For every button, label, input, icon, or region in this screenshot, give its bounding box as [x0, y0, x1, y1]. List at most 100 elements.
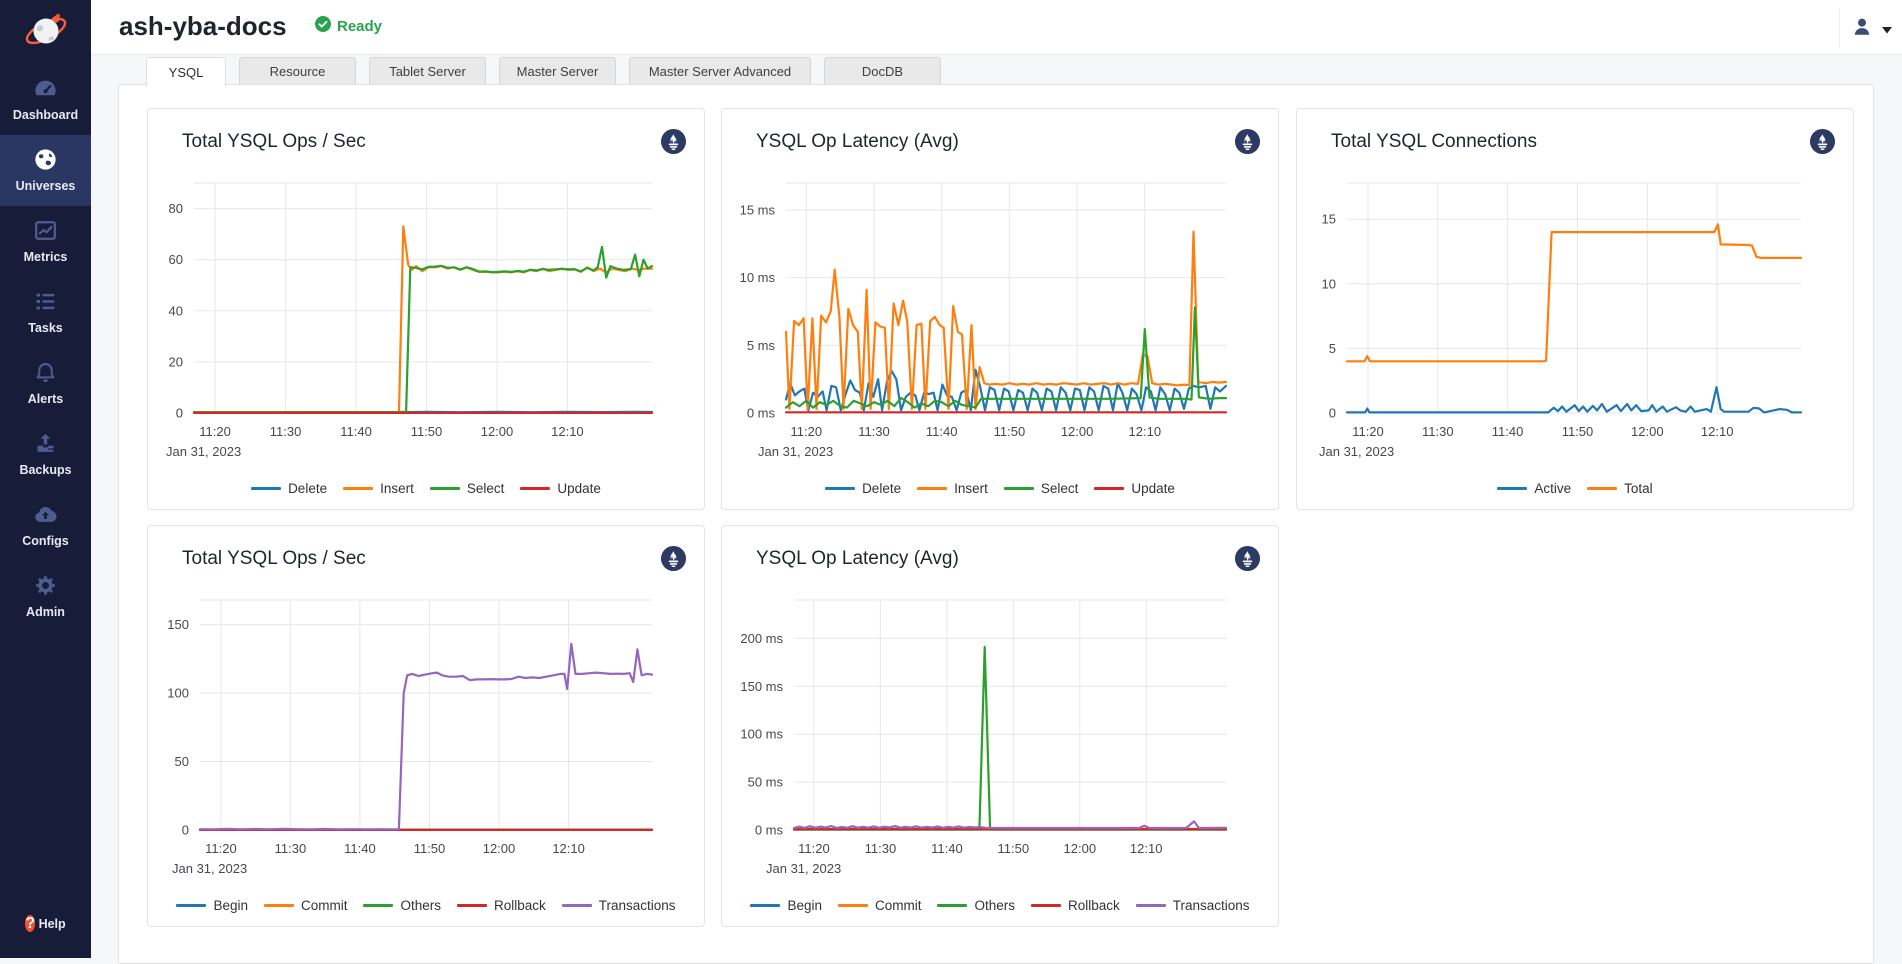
sidebar-item-label: Universes: [16, 179, 76, 193]
sidebar-item-label: Alerts: [28, 392, 63, 406]
sidebar-item-label: Dashboard: [13, 108, 78, 122]
svg-text:0 ms: 0 ms: [755, 823, 784, 838]
tab-master-server-advanced[interactable]: Master Server Advanced: [629, 57, 811, 84]
legend-item-select[interactable]: Select: [1004, 481, 1079, 496]
legend-item-update[interactable]: Update: [520, 481, 601, 496]
chart-canvas[interactable]: 11:2011:3011:4011:5012:0012:10050100150J…: [148, 586, 704, 886]
sidebar: Dashboard Universes Metrics Tasks Alerts…: [0, 0, 91, 958]
legend-swatch: [838, 904, 868, 907]
svg-text:11:20: 11:20: [791, 424, 823, 439]
legend-item-insert[interactable]: Insert: [343, 481, 414, 496]
legend-swatch: [520, 487, 550, 490]
chart-canvas[interactable]: 11:2011:3011:4011:5012:0012:100 ms5 ms10…: [722, 169, 1278, 469]
tab-resource[interactable]: Resource: [239, 57, 356, 84]
sidebar-item-configs[interactable]: Configs: [0, 490, 91, 561]
legend-item-begin[interactable]: Begin: [750, 898, 822, 913]
sidebar-item-universes[interactable]: Universes: [0, 135, 91, 206]
legend-item-insert[interactable]: Insert: [917, 481, 988, 496]
svg-text:11:40: 11:40: [344, 841, 376, 856]
chart-plot[interactable]: 11:2011:3011:4011:5012:0012:100 ms5 ms10…: [722, 169, 1278, 469]
legend-item-transactions[interactable]: Transactions: [562, 898, 676, 913]
prometheus-icon[interactable]: [1234, 128, 1261, 155]
tab-docdb[interactable]: DocDB: [824, 57, 941, 84]
chart-canvas[interactable]: 11:2011:3011:4011:5012:0012:100 ms50 ms1…: [722, 586, 1278, 886]
legend-item-select[interactable]: Select: [430, 481, 505, 496]
sidebar-item-tasks[interactable]: Tasks: [0, 277, 91, 348]
legend-item-total[interactable]: Total: [1587, 481, 1653, 496]
legend-swatch: [1497, 487, 1527, 490]
sidebar-item-alerts[interactable]: Alerts: [0, 348, 91, 419]
backups-upload-icon: [32, 430, 59, 457]
legend-label: Commit: [301, 898, 348, 913]
svg-text:11:30: 11:30: [1422, 424, 1454, 439]
sidebar-item-label: Configs: [22, 534, 69, 548]
chart-canvas[interactable]: 11:2011:3011:4011:5012:0012:10020406080J…: [148, 169, 704, 469]
sidebar-item-metrics[interactable]: Metrics: [0, 206, 91, 277]
sidebar-item-dashboard[interactable]: Dashboard: [0, 64, 91, 135]
chart-plot[interactable]: 11:2011:3011:4011:5012:0012:10050100150J…: [148, 586, 704, 886]
prometheus-icon[interactable]: [660, 545, 687, 572]
chart-plot[interactable]: 11:2011:3011:4011:5012:0012:10020406080J…: [148, 169, 704, 469]
prometheus-icon[interactable]: [660, 128, 687, 155]
user-menu-button[interactable]: [1849, 14, 1892, 45]
legend-item-active[interactable]: Active: [1497, 481, 1571, 496]
legend-label: Others: [400, 898, 441, 913]
tab-tablet-server[interactable]: Tablet Server: [369, 57, 486, 84]
chart-title: YSQL Op Latency (Avg): [756, 548, 959, 570]
tab-ysql[interactable]: YSQL: [146, 57, 226, 86]
svg-text:50: 50: [175, 754, 189, 769]
svg-text:11:20: 11:20: [798, 841, 830, 856]
svg-text:0: 0: [1329, 406, 1336, 421]
prometheus-icon[interactable]: [1809, 128, 1836, 155]
legend-item-delete[interactable]: Delete: [251, 481, 327, 496]
legend-swatch: [1136, 904, 1166, 907]
svg-text:100 ms: 100 ms: [740, 727, 783, 742]
chart-legend: Begin Commit Others Rollback Transactions: [148, 898, 704, 913]
legend-item-commit[interactable]: Commit: [264, 898, 348, 913]
chart-legend: Delete Insert Select Update: [722, 481, 1278, 496]
legend-label: Insert: [954, 481, 988, 496]
legend-item-commit[interactable]: Commit: [838, 898, 922, 913]
legend-item-transactions[interactable]: Transactions: [1136, 898, 1250, 913]
universe-globe-icon: [32, 146, 59, 173]
legend-item-begin[interactable]: Begin: [176, 898, 248, 913]
prometheus-icon[interactable]: [1234, 545, 1261, 572]
chart-plot[interactable]: 11:2011:3011:4011:5012:0012:100 ms50 ms1…: [722, 586, 1278, 886]
svg-text:150: 150: [167, 617, 189, 632]
svg-text:5 ms: 5 ms: [747, 338, 776, 353]
sidebar-item-admin[interactable]: Admin: [0, 561, 91, 632]
chart-legend: Delete Insert Select Update: [148, 481, 704, 496]
chart-canvas[interactable]: 11:2011:3011:4011:5012:0012:10051015Jan …: [1297, 169, 1853, 469]
legend-item-rollback[interactable]: Rollback: [457, 898, 546, 913]
sidebar-item-label: Tasks: [28, 321, 63, 335]
legend-item-delete[interactable]: Delete: [825, 481, 901, 496]
svg-text:11:50: 11:50: [414, 841, 446, 856]
legend-swatch: [1587, 487, 1617, 490]
tab-label: Tablet Server: [389, 64, 466, 79]
legend-label: Others: [974, 898, 1015, 913]
svg-text:Jan 31, 2023: Jan 31, 2023: [166, 444, 241, 459]
svg-text:11:50: 11:50: [998, 841, 1030, 856]
svg-text:11:20: 11:20: [199, 424, 231, 439]
legend-item-others[interactable]: Others: [363, 898, 441, 913]
sidebar-item-backups[interactable]: Backups: [0, 419, 91, 490]
app-logo[interactable]: [0, 0, 91, 64]
chart-legend: Active Total: [1297, 481, 1853, 496]
legend-swatch: [176, 904, 206, 907]
svg-text:12:00: 12:00: [481, 424, 514, 439]
chart-title: Total YSQL Ops / Sec: [182, 548, 366, 570]
legend-item-update[interactable]: Update: [1094, 481, 1175, 496]
svg-text:11:40: 11:40: [931, 841, 963, 856]
svg-text:100: 100: [167, 686, 189, 701]
legend-label: Update: [557, 481, 601, 496]
chart-title: Total YSQL Connections: [1331, 131, 1537, 153]
svg-text:15: 15: [1322, 212, 1336, 227]
sidebar-item-label: Backups: [19, 463, 71, 477]
sidebar-item-help[interactable]: ? Help: [0, 900, 91, 950]
tab-master-server[interactable]: Master Server: [499, 57, 616, 84]
legend-item-others[interactable]: Others: [937, 898, 1015, 913]
chart-plot[interactable]: 11:2011:3011:4011:5012:0012:10051015Jan …: [1297, 169, 1853, 469]
svg-text:11:50: 11:50: [994, 424, 1026, 439]
metrics-chart-icon: [32, 217, 59, 244]
legend-item-rollback[interactable]: Rollback: [1031, 898, 1120, 913]
